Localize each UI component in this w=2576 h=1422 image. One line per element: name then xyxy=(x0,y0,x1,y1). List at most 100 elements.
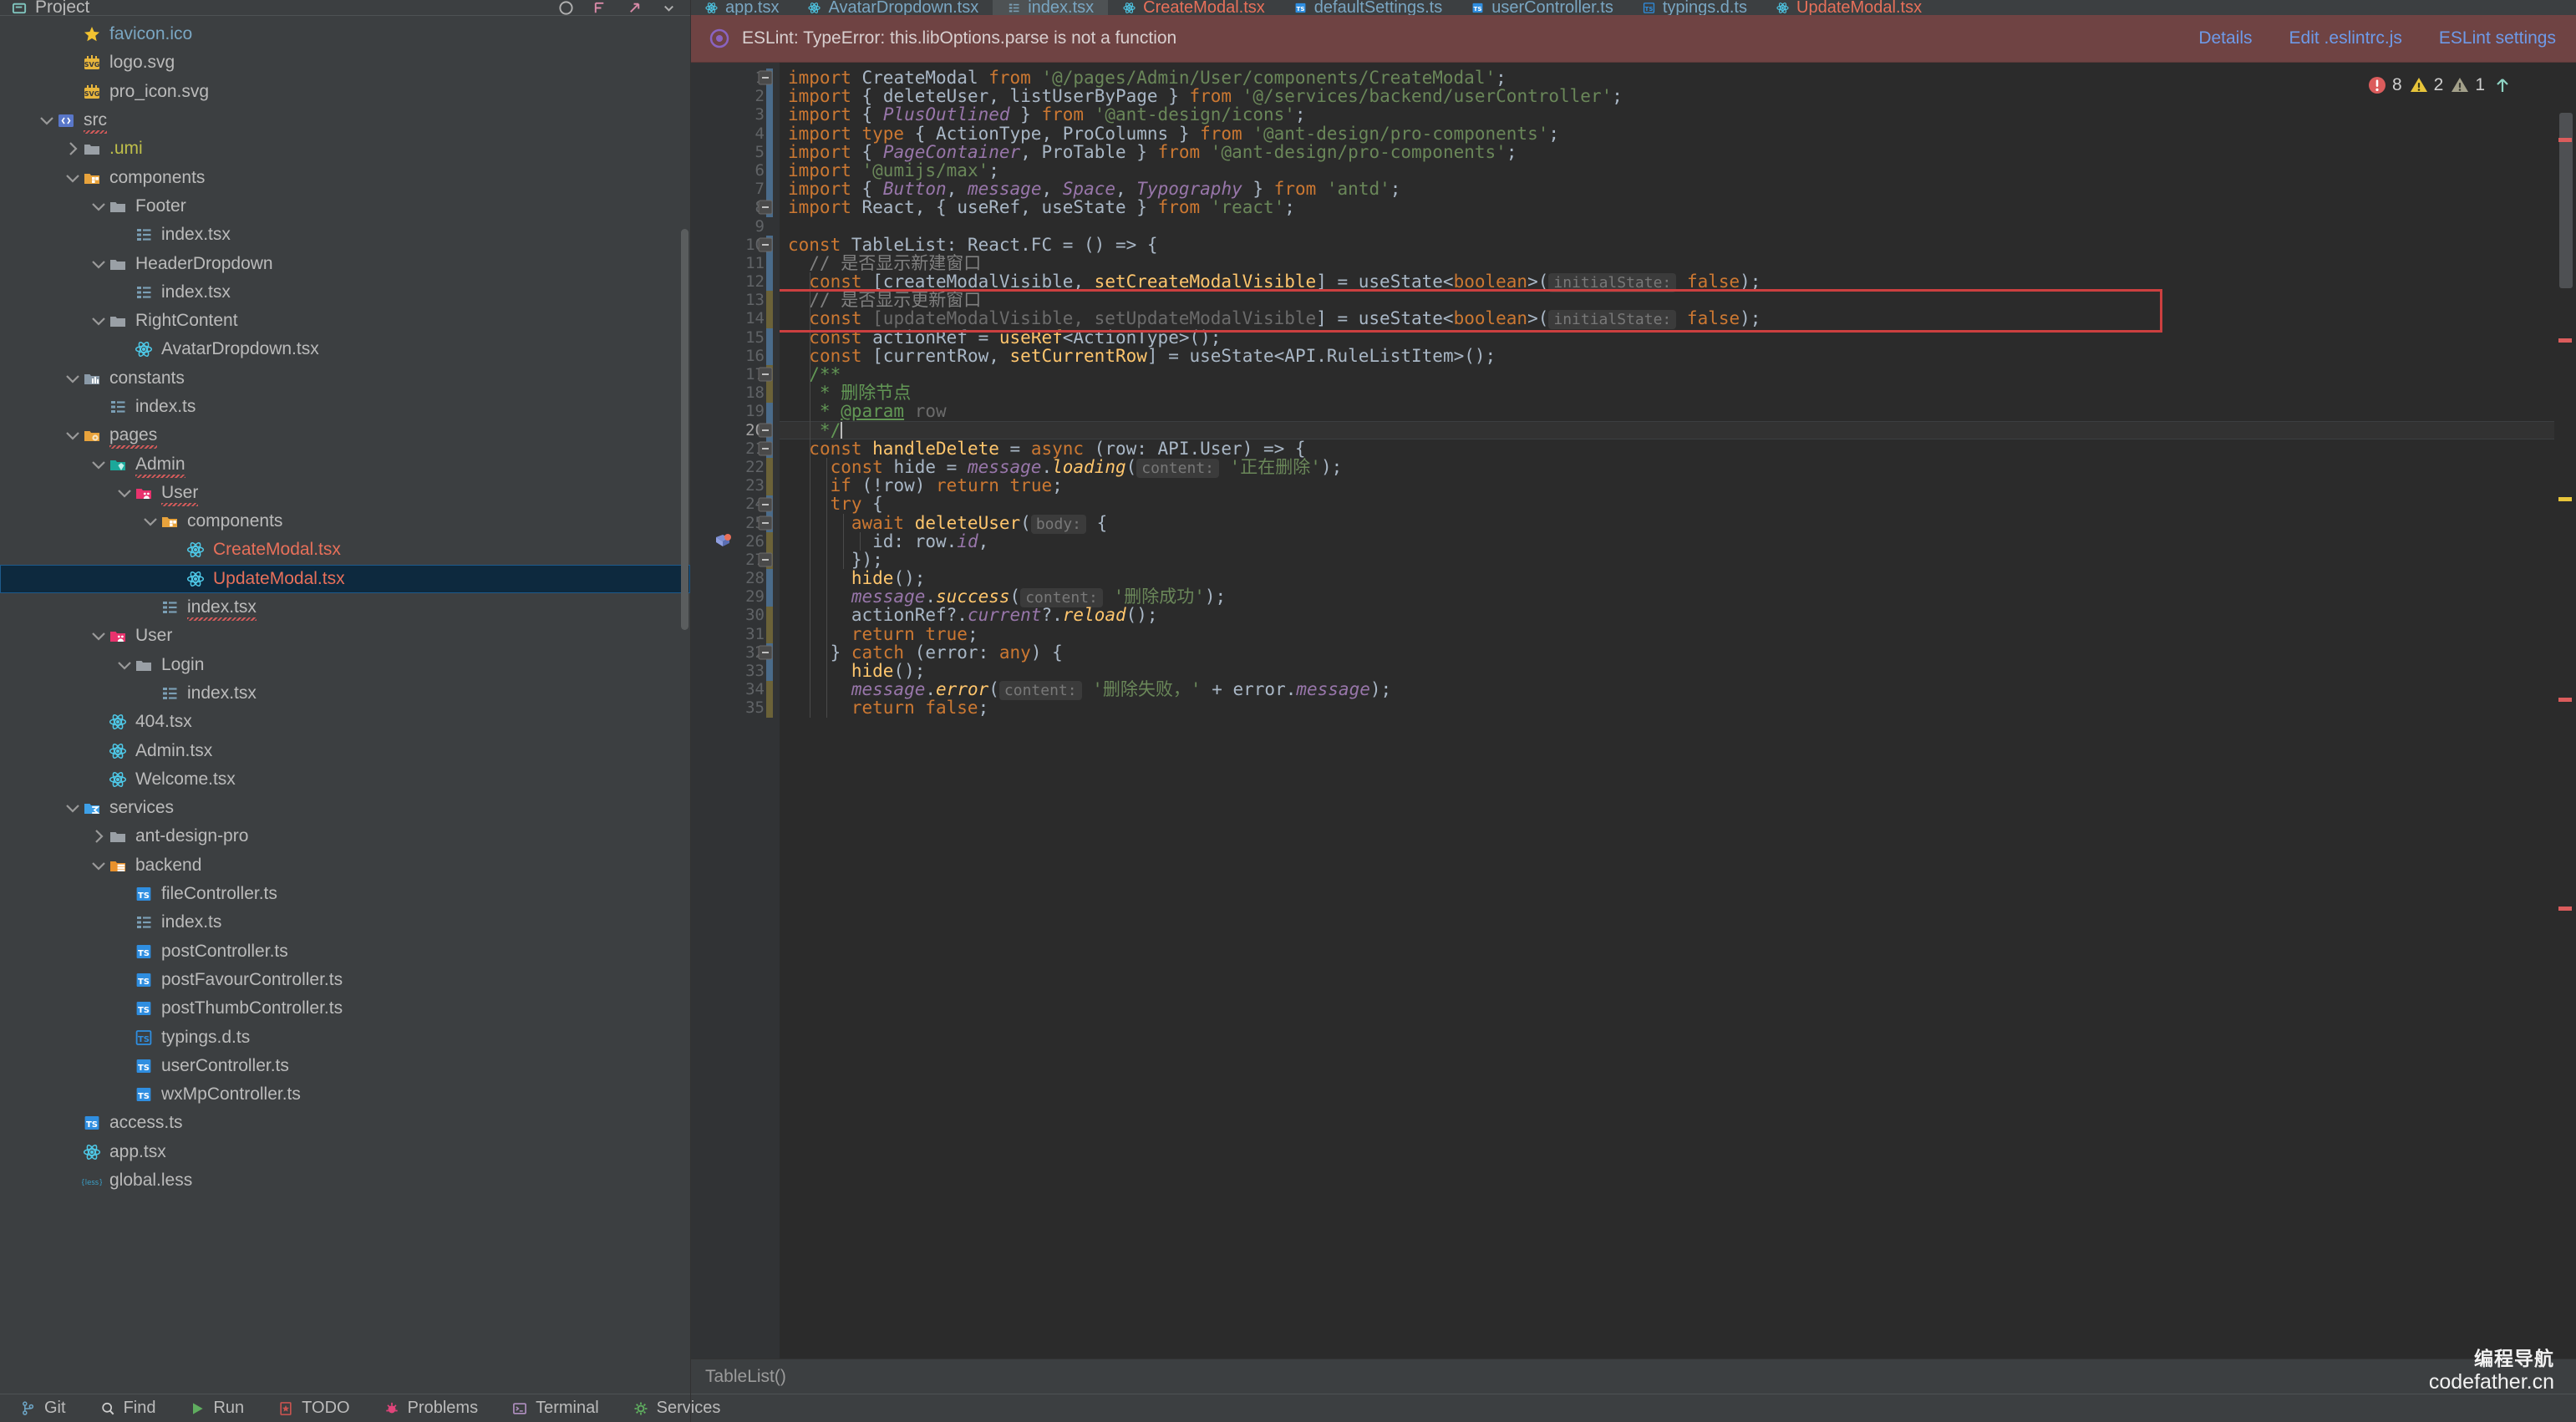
tree-node[interactable]: User xyxy=(0,479,690,507)
inspection-widget[interactable]: 8 2 1 xyxy=(2366,74,2514,97)
collapse-all-icon[interactable] xyxy=(558,0,574,15)
chevron-down-icon[interactable] xyxy=(89,197,108,216)
tree-node[interactable]: TS fileController.ts xyxy=(0,880,690,908)
chevron-down-icon[interactable] xyxy=(89,455,108,474)
eslint-action-link[interactable]: Details xyxy=(2198,28,2252,48)
code-line[interactable]: actionRef?.current?.reload(); xyxy=(780,606,2576,624)
code-line[interactable]: message.error(content: '删除失败，' + error.m… xyxy=(780,680,2576,701)
code-fold-marker[interactable] xyxy=(758,237,773,252)
editor-tab[interactable]: TS userController.ts xyxy=(1456,0,1628,15)
chevron-down-icon[interactable] xyxy=(115,656,134,674)
error-stripe-marker[interactable] xyxy=(2558,698,2572,702)
tree-node[interactable]: TS postThumbController.ts xyxy=(0,994,690,1023)
code-fold-marker[interactable] xyxy=(758,515,773,531)
project-tree-scrollbar[interactable] xyxy=(681,229,688,630)
tree-node[interactable]: TS postFavourController.ts xyxy=(0,966,690,994)
panel-splitter[interactable] xyxy=(690,0,691,1422)
tree-node[interactable]: SVG logo.svg xyxy=(0,48,690,77)
tree-node[interactable]: index.tsx xyxy=(0,593,690,622)
vcs-change-marker[interactable] xyxy=(766,69,773,217)
editor-tab[interactable]: AvatarDropdown.tsx xyxy=(793,0,993,15)
code-line[interactable]: * 删除节点 xyxy=(780,383,2576,402)
code-line[interactable]: hide(); xyxy=(780,569,2576,587)
chevron-down-icon[interactable] xyxy=(64,369,82,388)
tree-node[interactable]: SVG pro_icon.svg xyxy=(0,78,690,106)
code-line[interactable]: * @param row xyxy=(780,402,2576,420)
code-fold-marker[interactable] xyxy=(758,552,773,567)
chevron-right-icon[interactable] xyxy=(89,827,108,846)
code-line[interactable]: import '@umijs/max'; xyxy=(780,161,2576,180)
tree-node[interactable]: .umi xyxy=(0,135,690,163)
tool-window-bar[interactable]: Git Find Run TODO Problems Terminal Services xyxy=(0,1394,2576,1422)
tree-node[interactable]: Admin.tsx xyxy=(0,736,690,764)
error-stripe-marker[interactable] xyxy=(2558,338,2572,343)
chevron-down-icon[interactable] xyxy=(38,111,56,130)
warning-stripe-marker[interactable] xyxy=(2558,497,2572,501)
editor-tab[interactable]: TS defaultSettings.ts xyxy=(1279,0,1456,15)
editor-gutter[interactable]: 1234567891011121314151617181920212223242… xyxy=(690,63,780,1359)
code-line[interactable]: message.success(content: '删除成功'); xyxy=(780,587,2576,608)
vcs-change-marker[interactable] xyxy=(766,680,773,718)
tool-window-button[interactable]: Problems xyxy=(384,1399,478,1418)
eslint-actions[interactable]: Details Edit .eslintrc.js ESLint settings xyxy=(2198,28,2576,48)
tool-window-button[interactable]: Find xyxy=(99,1399,155,1418)
weak-warning-count-item[interactable]: 1 xyxy=(2449,74,2485,96)
code-line[interactable]: return true; xyxy=(780,625,2576,643)
tree-node[interactable]: CreateModal.tsx xyxy=(0,536,690,564)
tree-node[interactable]: TS access.ts xyxy=(0,1109,690,1137)
tool-window-button[interactable]: Terminal xyxy=(511,1399,599,1418)
vcs-change-marker[interactable] xyxy=(766,328,773,366)
tree-node[interactable]: pages xyxy=(0,421,690,449)
tree-node[interactable]: TS userController.ts xyxy=(0,1052,690,1080)
code-line[interactable]: */ xyxy=(780,420,2576,439)
tool-window-button[interactable]: Git xyxy=(20,1399,66,1418)
project-tree-panel[interactable]: favicon.ico SVG logo.svg SVG pro_icon.svg src… xyxy=(0,15,690,1394)
tree-node[interactable]: TS wxMpController.ts xyxy=(0,1080,690,1109)
tree-node[interactable]: src xyxy=(0,106,690,135)
chevron-down-icon[interactable] xyxy=(115,484,134,502)
chevron-down-icon[interactable] xyxy=(64,169,82,187)
code-line[interactable]: id: row.id, xyxy=(780,532,2576,551)
code-line[interactable]: const [createModalVisible, setCreateModa… xyxy=(780,272,2576,293)
code-line[interactable]: } catch (error: any) { xyxy=(780,643,2576,662)
tree-node[interactable]: index.ts xyxy=(0,393,690,421)
tree-node[interactable]: backend xyxy=(0,851,690,880)
tree-node[interactable]: index.tsx xyxy=(0,679,690,708)
tree-node[interactable]: components xyxy=(0,163,690,191)
tree-node[interactable]: app.tsx xyxy=(0,1138,690,1166)
tree-node[interactable]: favicon.ico xyxy=(0,20,690,48)
editor-tab[interactable]: index.tsx xyxy=(993,0,1109,15)
code-line[interactable]: import { Button, message, Space, Typogra… xyxy=(780,180,2576,198)
code-line[interactable]: // 是否显示更新窗口 xyxy=(780,291,2576,309)
code-line[interactable]: hide(); xyxy=(780,662,2576,680)
tool-window-button[interactable]: Services xyxy=(633,1399,720,1418)
tree-node[interactable]: index.tsx xyxy=(0,278,690,307)
code-line[interactable]: import CreateModal from '@/pages/Admin/U… xyxy=(780,69,2576,87)
chevron-down-icon[interactable] xyxy=(89,255,108,273)
code-fold-marker[interactable] xyxy=(758,200,773,215)
tree-node[interactable]: Admin xyxy=(0,449,690,478)
editor-tab-strip[interactable]: app.tsx AvatarDropdown.tsx index.tsx Create… xyxy=(690,0,2576,15)
eslint-action-link[interactable]: ESLint settings xyxy=(2439,28,2556,48)
tree-node[interactable]: 404.tsx xyxy=(0,708,690,736)
code-line[interactable]: const handleDelete = async (row: API.Use… xyxy=(780,439,2576,458)
chevron-down-icon[interactable] xyxy=(89,627,108,645)
code-line[interactable]: /** xyxy=(780,365,2576,383)
error-count-item[interactable]: 8 xyxy=(2366,74,2402,96)
chevron-down-icon[interactable] xyxy=(64,426,82,444)
editor-tab[interactable]: CreateModal.tsx xyxy=(1108,0,1279,15)
bookmark-icon[interactable] xyxy=(711,532,734,551)
code-line[interactable]: import React, { useRef, useState } from … xyxy=(780,198,2576,216)
tree-node[interactable]: index.ts xyxy=(0,908,690,937)
chevron-down-icon[interactable] xyxy=(64,799,82,817)
code-line[interactable]: return false; xyxy=(780,698,2576,717)
select-opened-file-icon[interactable] xyxy=(592,0,608,15)
code-fold-marker[interactable] xyxy=(758,645,773,660)
tree-node[interactable]: Welcome.tsx xyxy=(0,765,690,794)
tree-node[interactable]: Footer xyxy=(0,192,690,221)
code-line[interactable]: const [updateModalVisible, setUpdateModa… xyxy=(780,309,2576,330)
code-line[interactable]: // 是否显示新建窗口 xyxy=(780,254,2576,272)
tree-node[interactable]: components xyxy=(0,507,690,536)
tool-window-button[interactable]: TODO xyxy=(277,1399,350,1418)
warning-count-item[interactable]: 2 xyxy=(2408,74,2443,96)
